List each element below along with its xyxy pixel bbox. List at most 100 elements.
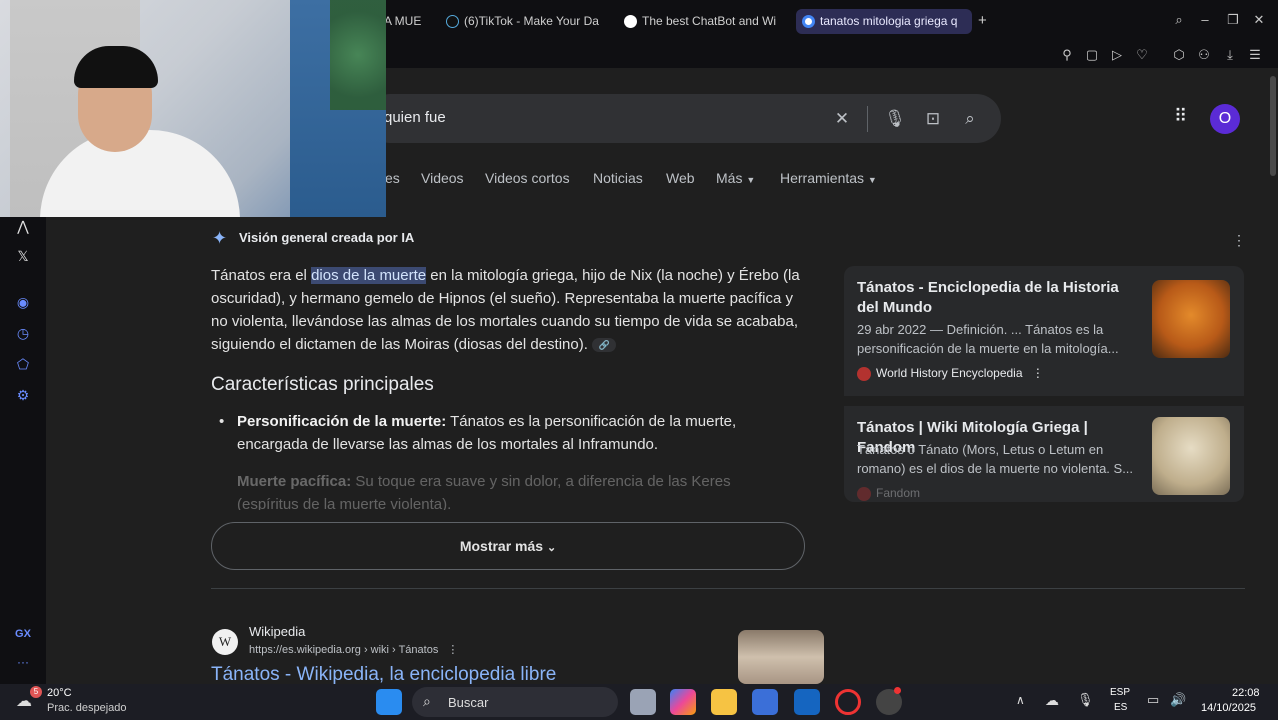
notification-dot — [894, 687, 901, 694]
source-name: Fandom — [876, 486, 921, 500]
download-icon[interactable]: ⤓ — [1221, 46, 1239, 64]
tab-news[interactable]: Noticias — [593, 170, 643, 186]
tab-tiktok[interactable]: (6)TikTok - Make Your Da — [440, 9, 612, 34]
settings-gear-icon[interactable]: ⚙ — [13, 385, 33, 405]
network-icon[interactable]: ▭ — [1147, 692, 1159, 708]
store-icon[interactable] — [752, 689, 778, 715]
tab-label: A MUΕ — [384, 14, 422, 28]
volume-icon[interactable]: 🔊 — [1170, 692, 1186, 708]
tab-short-videos[interactable]: Videos cortos — [485, 170, 570, 186]
close-window-icon[interactable]: ✕ — [1250, 11, 1268, 29]
aria-icon[interactable]: ⋀ — [13, 216, 33, 236]
snapshot-icon[interactable]: ▢ — [1083, 46, 1101, 64]
task-view-icon[interactable] — [630, 689, 656, 715]
language-secondary[interactable]: ES — [1114, 702, 1127, 713]
apps-grid-icon[interactable]: ⠿ — [1174, 106, 1187, 127]
extensions-sidebar-icon[interactable]: ⬠ — [13, 354, 33, 374]
pin-icon[interactable]: ⚲ — [1058, 46, 1076, 64]
chevron-up-icon[interactable]: ∧ — [1016, 693, 1025, 707]
google-icon — [802, 15, 815, 28]
search-tabs-icon[interactable]: ⌕ — [1170, 11, 1188, 29]
heart-icon[interactable]: ♡ — [1133, 46, 1151, 64]
result-url-text: https://es.wikipedia.org › wiki › Tánato… — [249, 644, 439, 656]
windows-start-icon[interactable] — [376, 689, 402, 715]
search-box[interactable]: quien fue ✕ 🎙 ⊡ ⌕ — [366, 94, 1001, 143]
link-icon[interactable]: 🔗 — [592, 338, 617, 353]
play-icon[interactable]: ▷ — [1108, 46, 1126, 64]
more-icon[interactable]: ··· — [13, 652, 33, 672]
ai-text-highlight: dios de la muerte — [311, 267, 427, 284]
gx-icon[interactable]: GX — [13, 624, 33, 644]
list-item: Personificación de la muerte: Tánatos es… — [219, 410, 777, 456]
result-thumbnail — [738, 630, 824, 684]
result-site-name[interactable]: Wikipedia — [249, 624, 305, 639]
tab-images[interactable]: es — [385, 170, 400, 186]
avatar[interactable]: O — [1210, 104, 1240, 134]
source-card[interactable]: Tánatos - Enciclopedia de la Historia de… — [844, 266, 1244, 396]
scrollbar-thumb[interactable] — [1270, 76, 1276, 176]
history-icon[interactable]: ◷ — [13, 323, 33, 343]
ai-overview-text: Tánatos era el dios de la muerte en la m… — [211, 264, 811, 356]
taskbar-search[interactable]: ⌕ Buscar — [412, 687, 618, 717]
result-title-link[interactable]: Tánatos - Wikipedia, la enciclopedia lib… — [211, 664, 556, 684]
card-source: World History Encyclopedia ⋮ — [857, 366, 1044, 381]
search-input[interactable]: quien fue — [384, 109, 446, 126]
windows-taskbar: ☁ 5 20°C Prac. despejado ⌕ Buscar ∧ ☁ 🎙 … — [0, 684, 1278, 720]
chevron-down-icon: ▼ — [746, 175, 756, 185]
bullet-title: Muerte pacífica: — [237, 473, 352, 490]
tab-chatbot[interactable]: The best ChatBot and Wi — [618, 9, 788, 34]
lens-icon[interactable]: ⊡ — [922, 108, 944, 130]
clock-date[interactable]: 14/10/2025 — [1201, 702, 1256, 714]
tab-label: tanatos mitologia griega q — [820, 14, 958, 28]
minimize-icon[interactable]: – — [1196, 11, 1214, 29]
tab-tools-label: Herramientas — [780, 170, 865, 186]
features-heading: Características principales — [211, 374, 434, 395]
tab-label: The best ChatBot and Wi — [642, 14, 777, 28]
tab-tools[interactable]: Herramientas ▼ — [780, 170, 877, 186]
search-icon[interactable]: ⌕ — [959, 108, 981, 130]
clock-time[interactable]: 22:08 — [1232, 687, 1260, 699]
page-scrollbar[interactable] — [1268, 68, 1278, 684]
tab-more[interactable]: Más ▼ — [716, 170, 755, 186]
file-explorer-icon[interactable] — [711, 689, 737, 715]
tiktok-icon — [446, 15, 459, 28]
weather-temp[interactable]: 20°C — [47, 687, 72, 699]
show-more-button[interactable]: Mostrar más ⌄ — [211, 522, 805, 570]
webcam-overlay — [0, 0, 386, 217]
more-options-icon[interactable]: ⋮ — [1232, 232, 1246, 249]
background-plant — [330, 0, 386, 110]
tab-more-label: Más — [716, 170, 743, 186]
profile-icon[interactable]: ⚇ — [1195, 46, 1213, 64]
chatbot-icon — [624, 15, 637, 28]
tab-web[interactable]: Web — [666, 170, 695, 186]
card-snippet: Tánatos o Tánato (Mors, Letus o Letum en… — [857, 442, 1134, 476]
microphone-icon[interactable]: 🎙 — [884, 108, 906, 130]
clear-icon[interactable]: ✕ — [831, 108, 853, 130]
card-title[interactable]: Tánatos - Enciclopedia de la Historia de… — [857, 278, 1142, 318]
language-primary[interactable]: ESP — [1110, 687, 1130, 698]
source-card[interactable]: Tánatos | Wiki Mitología Griega | Fandom… — [844, 406, 1244, 502]
opera-gx-icon[interactable] — [835, 689, 861, 715]
source-name: World History Encyclopedia — [876, 366, 1023, 380]
copilot-icon[interactable] — [670, 689, 696, 715]
show-more-label: Mostrar más — [459, 538, 544, 554]
restore-icon[interactable]: ❐ — [1224, 11, 1242, 29]
onedrive-icon[interactable]: ☁ — [1045, 692, 1059, 709]
card-source: Fandom — [857, 486, 920, 501]
extensions-icon[interactable]: ⬡ — [1170, 46, 1188, 64]
weather-desc[interactable]: Prac. despejado — [47, 702, 127, 714]
menu-icon[interactable]: ☰ — [1246, 46, 1264, 64]
x-twitter-icon[interactable]: 𝕏 — [13, 246, 33, 266]
tab-label: (6)TikTok - Make Your Da — [464, 14, 599, 28]
source-logo-icon — [857, 486, 871, 501]
player-icon[interactable]: ◉ — [13, 292, 33, 312]
new-tab-button[interactable]: + — [978, 12, 987, 29]
tab-google-search[interactable]: tanatos mitologia griega q — [796, 9, 972, 34]
outlook-icon[interactable] — [794, 689, 820, 715]
ai-text-part: Tánatos era el — [211, 267, 312, 284]
microphone-icon[interactable]: 🎙 — [1077, 692, 1094, 708]
tab-videos[interactable]: Videos — [421, 170, 464, 186]
card-thumbnail — [1152, 417, 1230, 495]
more-options-icon[interactable]: ⋮ — [447, 644, 458, 656]
more-options-icon[interactable]: ⋮ — [1032, 366, 1044, 380]
